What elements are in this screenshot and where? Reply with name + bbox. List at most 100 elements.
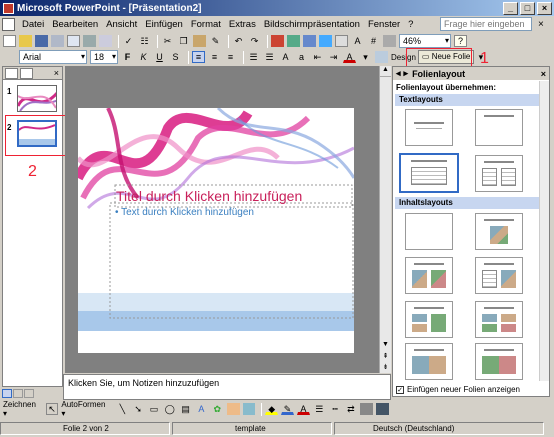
paste-icon[interactable]: [193, 35, 206, 47]
forward-icon[interactable]: ▸: [404, 68, 409, 79]
menu-bearbeiten[interactable]: Bearbeiten: [48, 19, 102, 30]
print-preview-icon[interactable]: [99, 35, 112, 47]
vertical-scrollbar[interactable]: ▲ ▼ ⇞ ⇟: [379, 66, 391, 373]
align-right-icon[interactable]: ≡: [224, 51, 237, 63]
cut-icon[interactable]: ✂: [161, 35, 174, 47]
close-button[interactable]: ×: [537, 1, 552, 15]
slides-tab-icon[interactable]: [20, 67, 33, 79]
arrow-icon[interactable]: ➘: [132, 403, 145, 415]
menu-einfuegen[interactable]: Einfügen: [141, 19, 187, 30]
document-close-icon[interactable]: ×: [538, 19, 544, 30]
textbox-icon[interactable]: ▤: [179, 403, 192, 415]
layout-two-column-text[interactable]: [475, 155, 523, 192]
slide-title-placeholder[interactable]: Titel durch Klicken hinzufügen: [116, 188, 302, 204]
dash-style-icon[interactable]: ┅: [329, 403, 342, 415]
layout-content-2[interactable]: [475, 257, 523, 294]
layout-content-6[interactable]: [475, 343, 523, 380]
format-painter-icon[interactable]: ✎: [209, 35, 222, 47]
sorter-view-icon[interactable]: [13, 389, 23, 398]
line-style-icon[interactable]: ☰: [313, 403, 326, 415]
layout-title-slide[interactable]: [405, 109, 453, 146]
line-color-icon[interactable]: ✎: [281, 403, 294, 415]
align-left-icon[interactable]: ≡: [192, 51, 205, 63]
zoom-combo[interactable]: 46%: [399, 34, 451, 48]
draw-menu-button[interactable]: Zeichnen ▾: [3, 400, 42, 418]
expand-all-icon[interactable]: [335, 35, 348, 47]
insert-chart-icon[interactable]: [271, 35, 284, 47]
undo-icon[interactable]: ↶: [232, 35, 245, 47]
increase-font-icon[interactable]: A: [279, 51, 292, 63]
layout-content-1[interactable]: [405, 257, 453, 294]
clipart-icon[interactable]: [226, 403, 240, 415]
font-color-icon[interactable]: A: [343, 51, 356, 63]
decrease-indent-icon[interactable]: ⇤: [311, 51, 324, 63]
document-icon[interactable]: [2, 18, 15, 31]
show-new-slide-checkbox[interactable]: ✓ Einfügen neuer Folien anzeigen: [396, 385, 520, 394]
color-grayscale-icon[interactable]: [383, 35, 396, 47]
grid-icon[interactable]: #: [367, 35, 380, 47]
next-slide-icon[interactable]: ⇟: [380, 363, 391, 373]
slide-text-placeholder[interactable]: • Text durch Klicken hinzufügen: [115, 207, 254, 218]
show-formatting-icon[interactable]: A: [351, 35, 364, 47]
increase-indent-icon[interactable]: ⇥: [327, 51, 340, 63]
notes-pane[interactable]: Klicken Sie, um Notizen hinzuzufügen: [63, 374, 391, 400]
3d-style-icon[interactable]: [376, 403, 389, 415]
shadow-style-icon[interactable]: [360, 403, 374, 415]
copy-icon[interactable]: ❐: [177, 35, 190, 47]
maximize-button[interactable]: □: [520, 1, 535, 15]
decrease-font-icon[interactable]: a: [295, 51, 308, 63]
task-pane-close-icon[interactable]: ×: [541, 69, 546, 79]
slide-canvas[interactable]: Titel durch Klicken hinzufügen • Text du…: [78, 108, 354, 353]
layout-title-content[interactable]: [475, 213, 523, 250]
layout-content-3[interactable]: [405, 301, 453, 338]
menu-ansicht[interactable]: Ansicht: [102, 19, 141, 30]
oval-icon[interactable]: ◯: [163, 403, 176, 415]
slide-thumbnail-1[interactable]: [17, 85, 57, 112]
numbering-icon[interactable]: ☰: [247, 51, 260, 63]
pane-close-icon[interactable]: ×: [54, 68, 59, 78]
hyperlink-icon[interactable]: [319, 35, 332, 47]
research-icon[interactable]: ☷: [138, 35, 151, 47]
normal-view-icon[interactable]: [2, 389, 12, 398]
menu-datei[interactable]: Datei: [18, 19, 48, 30]
wordart-icon[interactable]: A: [195, 403, 208, 415]
layout-content-5[interactable]: [405, 343, 453, 380]
layout-blank[interactable]: [405, 213, 453, 250]
autoshapes-button[interactable]: AutoFormen ▾: [61, 400, 111, 418]
italic-icon[interactable]: K: [137, 51, 150, 63]
back-icon[interactable]: ◂: [396, 68, 401, 79]
design-icon[interactable]: [375, 51, 388, 63]
shadow-icon[interactable]: S: [169, 51, 182, 63]
line-icon[interactable]: ╲: [116, 403, 129, 415]
rectangle-icon[interactable]: ▭: [148, 403, 161, 415]
outline-tab-icon[interactable]: [5, 67, 18, 79]
permission-icon[interactable]: [51, 35, 64, 47]
font-size-combo[interactable]: 18: [90, 50, 118, 64]
help-icon[interactable]: ?: [454, 35, 467, 47]
help-search-input[interactable]: Frage hier eingeben: [440, 17, 532, 31]
bullets-icon[interactable]: ☰: [263, 51, 276, 63]
powerpoint-app-icon[interactable]: [3, 2, 14, 14]
minimize-button[interactable]: _: [503, 1, 518, 15]
redo-icon[interactable]: ↷: [248, 35, 261, 47]
slideshow-view-icon[interactable]: [24, 389, 34, 398]
open-icon[interactable]: [19, 35, 32, 47]
drawing-font-color-icon[interactable]: A: [296, 403, 310, 415]
underline-icon[interactable]: U: [153, 51, 166, 63]
task-pane-scrollbar[interactable]: [539, 81, 549, 381]
email-icon[interactable]: [67, 35, 80, 47]
bold-icon[interactable]: F: [121, 51, 134, 63]
diagram-icon[interactable]: ✿: [211, 403, 224, 415]
previous-slide-icon[interactable]: ⇞: [380, 352, 391, 362]
menu-extras[interactable]: Extras: [225, 19, 260, 30]
select-arrow-icon[interactable]: ↖: [45, 403, 59, 415]
layout-title-only[interactable]: [475, 109, 523, 146]
menu-help[interactable]: ?: [404, 19, 417, 30]
arrow-style-icon[interactable]: ⇄: [344, 403, 357, 415]
menu-format[interactable]: Format: [187, 19, 225, 30]
scroll-up-icon[interactable]: ▲: [380, 66, 391, 77]
align-center-icon[interactable]: ≡: [208, 51, 221, 63]
checkbox-icon[interactable]: ✓: [396, 385, 404, 394]
scroll-down-icon[interactable]: ▼: [380, 341, 391, 351]
save-icon[interactable]: [35, 35, 48, 47]
